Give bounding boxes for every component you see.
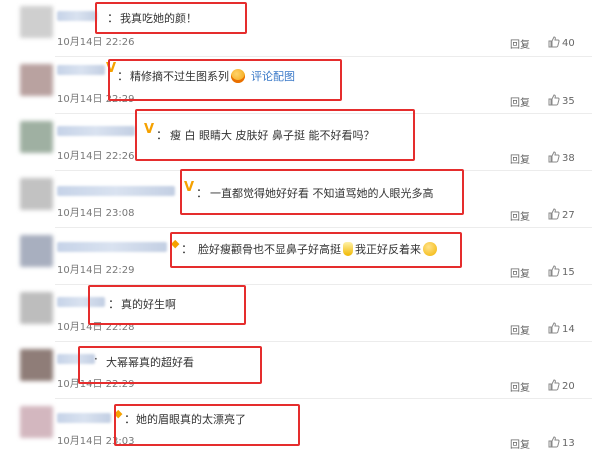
- avatar[interactable]: [20, 178, 53, 210]
- like-count: 38: [562, 153, 575, 164]
- thumbs-up-icon: [548, 36, 560, 48]
- like-button[interactable]: 14: [548, 322, 575, 335]
- highlight-box: [170, 232, 462, 268]
- reply-button[interactable]: 回复: [510, 265, 530, 280]
- like-button[interactable]: 38: [548, 151, 575, 164]
- thumbs-up-icon: [548, 94, 560, 106]
- avatar[interactable]: [20, 406, 53, 438]
- avatar[interactable]: [20, 64, 53, 96]
- like-button[interactable]: 35: [548, 94, 575, 107]
- like-count: 13: [562, 438, 575, 449]
- reply-button[interactable]: 回复: [510, 94, 530, 109]
- reply-button[interactable]: 回复: [510, 208, 530, 223]
- highlight-box: [78, 346, 262, 384]
- highlight-box: [108, 59, 342, 101]
- avatar[interactable]: [20, 6, 53, 38]
- like-button[interactable]: 40: [548, 36, 575, 49]
- thumbs-up-icon: [548, 151, 560, 163]
- like-count: 15: [562, 267, 575, 278]
- like-button[interactable]: 27: [548, 208, 575, 221]
- like-button[interactable]: 20: [548, 379, 575, 392]
- reply-button[interactable]: 回复: [510, 379, 530, 394]
- highlight-box: [114, 404, 300, 446]
- thumbs-up-icon: [548, 265, 560, 277]
- like-count: 35: [562, 96, 575, 107]
- comment-date: 10月14日 22:29: [57, 265, 135, 276]
- highlight-box: [135, 109, 415, 161]
- reply-button[interactable]: 回复: [510, 322, 530, 337]
- like-count: 40: [562, 38, 575, 49]
- comment-item: ： 我真吃她的颜！ 10月14日 22:26 回复 40: [0, 0, 600, 57]
- thumbs-up-icon: [548, 436, 560, 448]
- username[interactable]: [57, 126, 135, 136]
- avatar[interactable]: [20, 121, 53, 153]
- username[interactable]: [57, 11, 97, 21]
- username[interactable]: [57, 65, 105, 75]
- username[interactable]: [57, 186, 175, 196]
- highlight-box: [88, 285, 246, 325]
- like-button[interactable]: 15: [548, 265, 575, 278]
- reply-button[interactable]: 回复: [510, 436, 530, 451]
- thumbs-up-icon: [548, 322, 560, 334]
- comment-date: 10月14日 22:26: [57, 151, 135, 162]
- avatar[interactable]: [20, 292, 53, 324]
- like-button[interactable]: 13: [548, 436, 575, 449]
- thumbs-up-icon: [548, 208, 560, 220]
- like-count: 14: [562, 324, 575, 335]
- comment-date: 10月14日 23:08: [57, 208, 135, 219]
- highlight-box: [95, 2, 247, 34]
- like-count: 27: [562, 210, 575, 221]
- reply-button[interactable]: 回复: [510, 36, 530, 51]
- comment-date: 10月14日 22:26: [57, 37, 135, 48]
- like-count: 20: [562, 381, 575, 392]
- username[interactable]: [57, 413, 111, 423]
- avatar[interactable]: [20, 235, 53, 267]
- thumbs-up-icon: [548, 379, 560, 391]
- comment-item: ◆ ： 她的眉眼真的太漂亮了 10月14日 23:03 回复 13: [0, 399, 600, 456]
- reply-button[interactable]: 回复: [510, 151, 530, 166]
- avatar[interactable]: [20, 349, 53, 381]
- username[interactable]: [57, 242, 167, 252]
- highlight-box: [180, 169, 464, 215]
